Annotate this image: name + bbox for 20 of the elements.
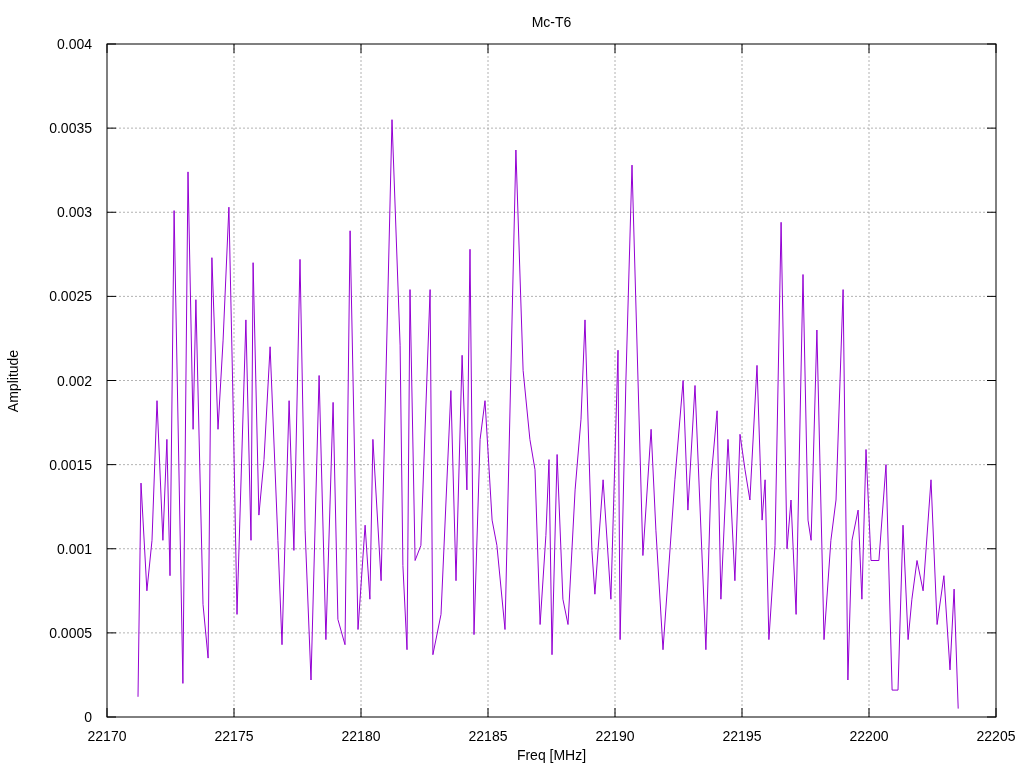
- tick-label: 0.004: [56, 36, 92, 52]
- tick-label: 0.0025: [49, 288, 92, 305]
- tick-label: 22200: [849, 728, 889, 744]
- tick-label: 0: [84, 709, 92, 725]
- tick-label: 22185: [468, 728, 508, 744]
- tick-label: 22190: [595, 728, 635, 744]
- tick-label: 22205: [976, 728, 1016, 744]
- tick-label: 22180: [341, 728, 381, 744]
- tick-label: 22195: [722, 728, 762, 744]
- tick-label: 22175: [214, 728, 254, 744]
- tick-label: 0.001: [56, 540, 92, 557]
- tick-label: 0.0015: [49, 456, 92, 473]
- tick-label: 0.0035: [49, 120, 92, 137]
- tick-label: 0.0005: [49, 624, 92, 641]
- tick-label: 22170: [87, 728, 127, 744]
- axis-label: Freq [MHz]: [516, 747, 587, 763]
- axis-label: Amplitude: [5, 349, 21, 413]
- tick-label: 0.003: [56, 204, 92, 221]
- tick-label: 0.002: [56, 372, 92, 389]
- chart-title: Mc-T6: [531, 14, 572, 30]
